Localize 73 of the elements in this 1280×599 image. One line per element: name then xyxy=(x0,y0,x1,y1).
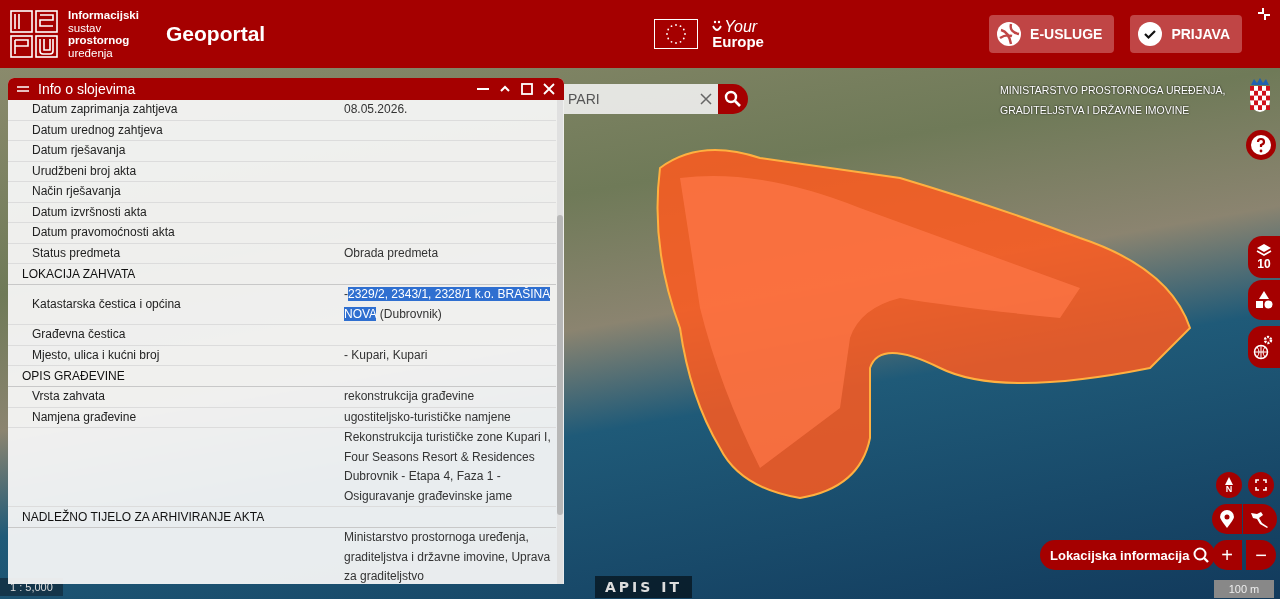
layers-button[interactable]: 10 xyxy=(1248,236,1280,278)
field-label: Datum izvršnosti akta xyxy=(31,203,148,221)
eu-flag-icon xyxy=(654,19,699,49)
zoom-out-button[interactable]: − xyxy=(1246,540,1276,570)
close-icon xyxy=(542,82,556,96)
logo-text: uređenja xyxy=(68,46,114,59)
clear-button[interactable] xyxy=(694,84,718,114)
fullscreen-button[interactable] xyxy=(1248,472,1274,498)
ball-icon xyxy=(997,22,1022,46)
field-value: rekonstrukcija građevine xyxy=(344,388,476,405)
login-button[interactable]: PRIJAVA xyxy=(1130,15,1242,53)
field-label: Vrsta zahvata xyxy=(31,388,106,405)
field-value: Obrada predmeta xyxy=(344,244,440,262)
brand-text: Your xyxy=(724,19,758,34)
help-icon xyxy=(1250,134,1272,156)
location-pin-button[interactable] xyxy=(1212,504,1242,534)
smile-icon xyxy=(712,19,723,34)
field-label: Namjena građevine xyxy=(31,408,138,426)
map-label: GRADITELJSTVA I DRŽAVNE IMOVINE xyxy=(1000,103,1191,118)
panel-title: Info o slojevima xyxy=(38,81,137,97)
field-label: Datum urednog zahtjeva xyxy=(31,121,164,139)
shapes-icon xyxy=(1254,290,1274,310)
scale-bar: 100 m xyxy=(1214,580,1274,598)
north-button[interactable]: N xyxy=(1216,472,1242,498)
section-heading: LOKACIJA ZAHVATA xyxy=(8,264,556,285)
field-label: Status predmeta xyxy=(31,244,122,262)
section-heading: OPIS GRAĐEVINE xyxy=(8,366,556,387)
maximize-icon xyxy=(520,82,534,96)
settings-globe-icon xyxy=(1253,334,1275,360)
field-value: ugostiteljsko-turističke namjene xyxy=(344,408,512,426)
search-button[interactable] xyxy=(718,84,748,114)
location-pin-icon xyxy=(1220,510,1234,528)
close-icon xyxy=(700,93,712,105)
field-label: Datum pravomoćnosti akta xyxy=(31,224,176,241)
field-label: Građevna čestica xyxy=(31,326,127,343)
settings-button[interactable] xyxy=(1248,326,1280,368)
field-label: Datum rješavanja xyxy=(31,142,127,159)
app-title: Geoportal xyxy=(166,22,266,46)
section-heading: NADLEŽNO TIJELO ZA ARHIVIRANJE AKTA xyxy=(8,507,556,528)
logo-text: Informacijski xyxy=(68,9,140,22)
field-label: Način rješavanja xyxy=(31,183,122,200)
field-label: Urudžbeni broj akta xyxy=(31,162,138,180)
field-value: Rekonstrukcija turističke zone Kupari I, Four Seasons Resort & Residences Dubrovnik - Etapa 4, Faza 1 - Osiguravanje građevinske jame xyxy=(344,429,552,505)
logo-icon xyxy=(10,10,58,58)
field-label: Katastarska čestica i općina xyxy=(31,295,182,313)
search-field[interactable]: PARI xyxy=(564,84,694,114)
zoom-in-button[interactable]: + xyxy=(1212,540,1242,570)
coat-of-arms-icon xyxy=(1248,76,1272,112)
check-icon xyxy=(1138,22,1163,46)
field-value: Ministarstvo prostornoga uređenja, graditeljstva i državne imovine, Uprava za graditeljstvo xyxy=(344,529,552,584)
map-label: MINISTARSTVO PROSTORNOGA UREĐENJA, xyxy=(1000,83,1226,98)
services-button[interactable]: E-USLUGE xyxy=(989,15,1115,53)
search-icon xyxy=(724,90,742,108)
country-map-icon xyxy=(1249,510,1271,528)
field-label: Datum zaprimanja zahtjeva xyxy=(31,101,179,118)
magnifier-icon xyxy=(1193,547,1210,563)
arrow-up-icon xyxy=(1225,476,1233,485)
field-label: Mjesto, ulica i kućni broj xyxy=(31,346,161,364)
field-value: 08.05.2026. xyxy=(344,101,409,118)
country-button[interactable] xyxy=(1243,504,1277,534)
scrollbar[interactable] xyxy=(557,100,563,584)
shapes-button[interactable] xyxy=(1248,280,1280,320)
layers-icon xyxy=(1256,243,1272,257)
fullscreen-icon xyxy=(1255,479,1267,491)
field-value: - Kupari, Kupari xyxy=(344,346,429,364)
help-button[interactable] xyxy=(1246,130,1276,160)
logo-text: prostornog xyxy=(68,34,131,47)
footer-logo: APIS IT xyxy=(595,576,693,598)
satellite-map[interactable] xyxy=(0,68,1280,599)
location-info-button[interactable]: Lokacijska informacija xyxy=(1040,540,1216,570)
logo-text: sustav xyxy=(68,21,103,34)
collapse-icon[interactable] xyxy=(1258,8,1270,20)
brand-text: Europe xyxy=(712,34,764,49)
